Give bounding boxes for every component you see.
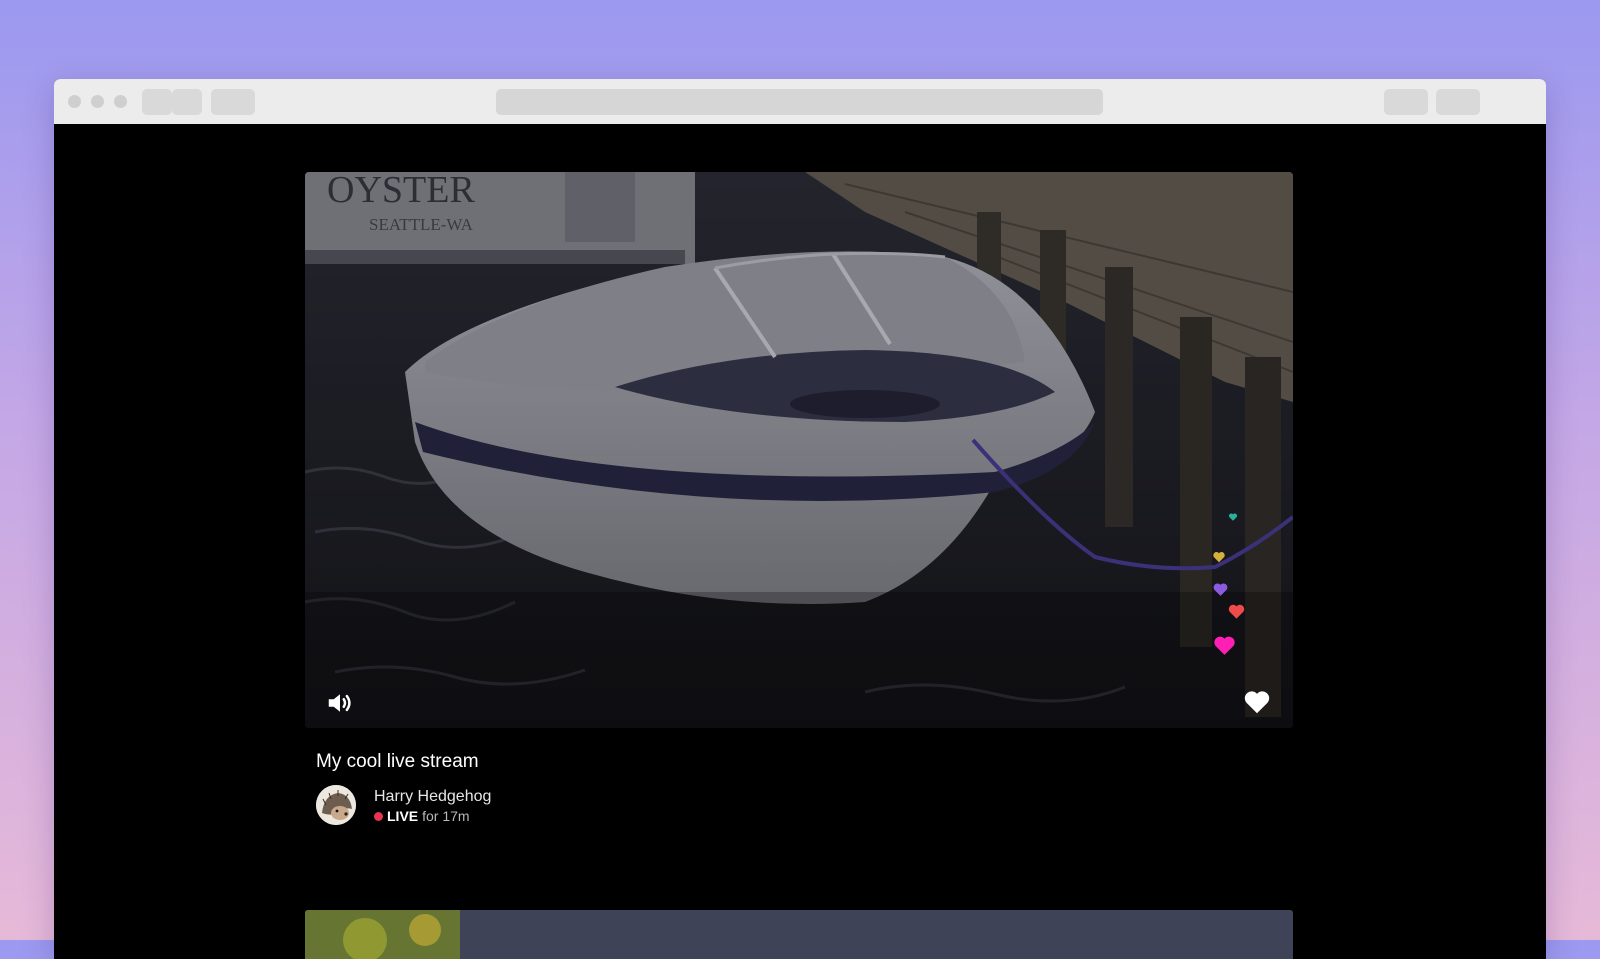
window-minimize-button[interactable]: [91, 95, 104, 108]
video-player[interactable]: OYSTER SEATTLE-WA: [305, 172, 1293, 728]
browser-window: OYSTER SEATTLE-WA: [54, 79, 1546, 959]
reaction-heart-icon: [1228, 604, 1245, 619]
address-bar[interactable]: [496, 89, 1103, 115]
avatar[interactable]: [316, 785, 356, 825]
browser-toolbar: [54, 79, 1546, 125]
share-button[interactable]: [1384, 89, 1428, 115]
hedgehog-avatar-icon: [316, 785, 356, 825]
live-badge: LIVE: [387, 808, 419, 824]
back-button[interactable]: [142, 89, 172, 115]
tabs-button[interactable]: [1436, 89, 1480, 115]
live-duration: for 17m: [422, 808, 470, 824]
next-stream-thumbnail[interactable]: [305, 910, 1293, 959]
heart-icon[interactable]: [1242, 687, 1272, 717]
page-content: OYSTER SEATTLE-WA: [54, 124, 1546, 959]
next-stream-preview: [305, 910, 1293, 959]
speaker-volume-icon[interactable]: [325, 688, 355, 718]
reaction-heart-icon: [1214, 636, 1235, 655]
reaction-heart-icon: [1213, 583, 1228, 596]
window-maximize-button[interactable]: [114, 95, 127, 108]
live-dot-icon: [374, 811, 383, 821]
stream-title: My cool live stream: [316, 751, 479, 772]
forward-button[interactable]: [172, 89, 202, 115]
streamer-name[interactable]: Harry Hedgehog: [374, 788, 491, 806]
live-status: LIVE for 17m: [374, 808, 470, 824]
video-frame: OYSTER SEATTLE-WA: [305, 172, 1293, 728]
sidebar-button[interactable]: [211, 89, 255, 115]
reaction-heart-icon: [1213, 552, 1225, 563]
reaction-heart-icon: [1228, 513, 1238, 521]
window-close-button[interactable]: [68, 95, 81, 108]
